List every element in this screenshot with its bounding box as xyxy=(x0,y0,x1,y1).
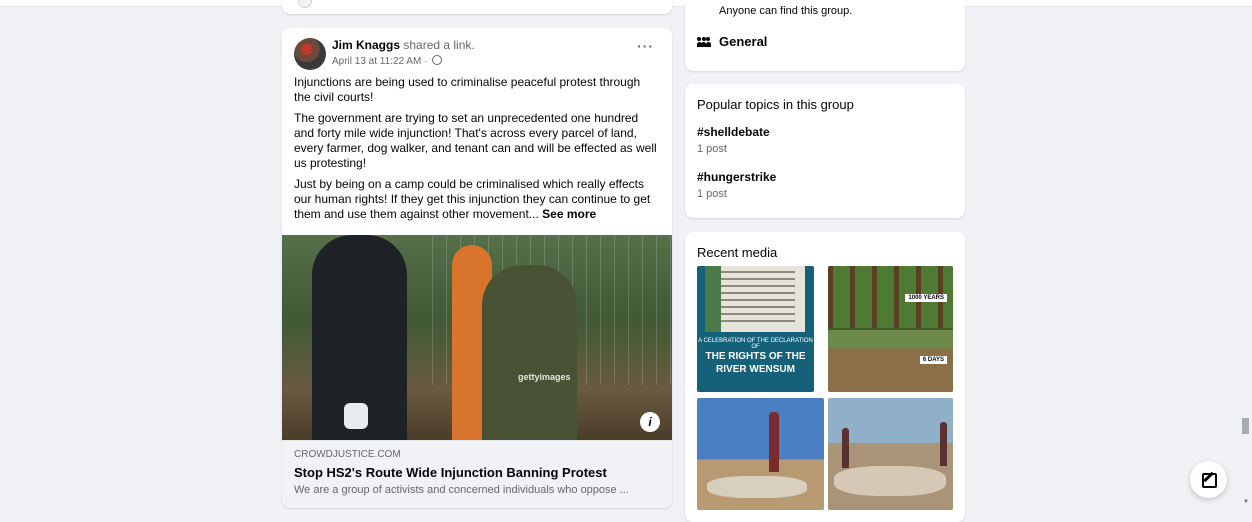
image-glove xyxy=(344,403,368,429)
author-name[interactable]: Jim Knaggs xyxy=(332,38,400,52)
media-label-bottom: 6 DAYS xyxy=(919,356,947,364)
post-card: Jim Knaggs shared a link. April 13 at 11… xyxy=(282,28,672,508)
previous-post-card xyxy=(282,0,672,14)
topic-tag[interactable]: #shelldebate xyxy=(697,125,770,139)
recent-media-card: Recent media A CELEBRATION OF THE DECLAR… xyxy=(685,232,965,522)
media-caption-large: THE RIGHTS OF THE RIVER WENSUM xyxy=(705,351,806,375)
image-watermark: gettyimages xyxy=(518,372,571,382)
media-heading: Recent media xyxy=(697,245,778,260)
topic-count: 1 post xyxy=(697,188,727,200)
post-header: Jim Knaggs shared a link. xyxy=(332,38,475,52)
post-paragraph-text: Just by being on a camp could be crimina… xyxy=(294,177,651,221)
popular-topics-card: Popular topics in this group #shelldebat… xyxy=(685,84,965,218)
topic-count: 1 post xyxy=(697,143,727,155)
globe-icon xyxy=(432,55,443,65)
topic-tag[interactable]: #hungerstrike xyxy=(697,170,776,184)
image-figure xyxy=(482,265,577,440)
post-paragraph: The government are trying to set an unpr… xyxy=(294,111,657,170)
media-thumbnail[interactable]: 1000 YEARS 6 DAYS xyxy=(828,266,953,392)
avatar[interactable] xyxy=(294,38,326,70)
media-caption-small: A CELEBRATION OF THE DECLARATION OF xyxy=(698,338,813,350)
compose-button[interactable] xyxy=(1190,461,1227,498)
link-preview[interactable]: CROWDJUSTICE.COM Stop HS2's Route Wide I… xyxy=(282,440,672,508)
post-action: shared a link. xyxy=(403,38,475,52)
scroll-down-icon[interactable]: ▼ xyxy=(1243,499,1249,505)
link-title[interactable]: Stop HS2's Route Wide Injunction Banning… xyxy=(294,465,607,480)
more-options-button[interactable]: ··· xyxy=(637,38,654,54)
image-ground xyxy=(707,476,807,498)
scrollbar-thumb[interactable] xyxy=(1242,418,1249,434)
media-thumbnail[interactable]: A CELEBRATION OF THE DECLARATION OF THE … xyxy=(697,266,814,392)
info-button[interactable]: i xyxy=(640,412,660,432)
flyer-stripe xyxy=(705,266,721,332)
post-paragraph: Injunctions are being used to criminalis… xyxy=(294,75,641,104)
post-body: Injunctions are being used to criminalis… xyxy=(294,75,660,228)
see-more-link[interactable]: See more xyxy=(542,207,596,221)
group-type-icon xyxy=(696,37,711,47)
image-figure xyxy=(842,428,849,468)
media-label-top: 1000 YEARS xyxy=(905,294,947,302)
image-figure xyxy=(769,412,779,472)
link-domain: CROWDJUSTICE.COM xyxy=(294,449,401,460)
group-type-label: General xyxy=(719,34,768,49)
post-meta: April 13 at 11:22 AM · xyxy=(332,55,443,67)
media-thumbnail[interactable] xyxy=(697,398,824,510)
link-description: We are a group of activists and concerne… xyxy=(294,484,629,496)
post-timestamp[interactable]: April 13 at 11:22 AM · xyxy=(332,56,427,67)
visibility-description: Anyone can find this group. xyxy=(719,5,853,17)
image-figure xyxy=(940,422,947,466)
link-preview-image[interactable]: gettyimages i xyxy=(282,235,672,440)
comment-avatar[interactable] xyxy=(298,0,312,8)
media-thumbnail[interactable] xyxy=(828,398,953,510)
image-ground xyxy=(834,466,946,496)
about-card: Anyone can find this group. General xyxy=(685,0,965,71)
post-paragraph: Just by being on a camp could be crimina… xyxy=(294,177,660,222)
topics-heading: Popular topics in this group xyxy=(697,97,854,112)
